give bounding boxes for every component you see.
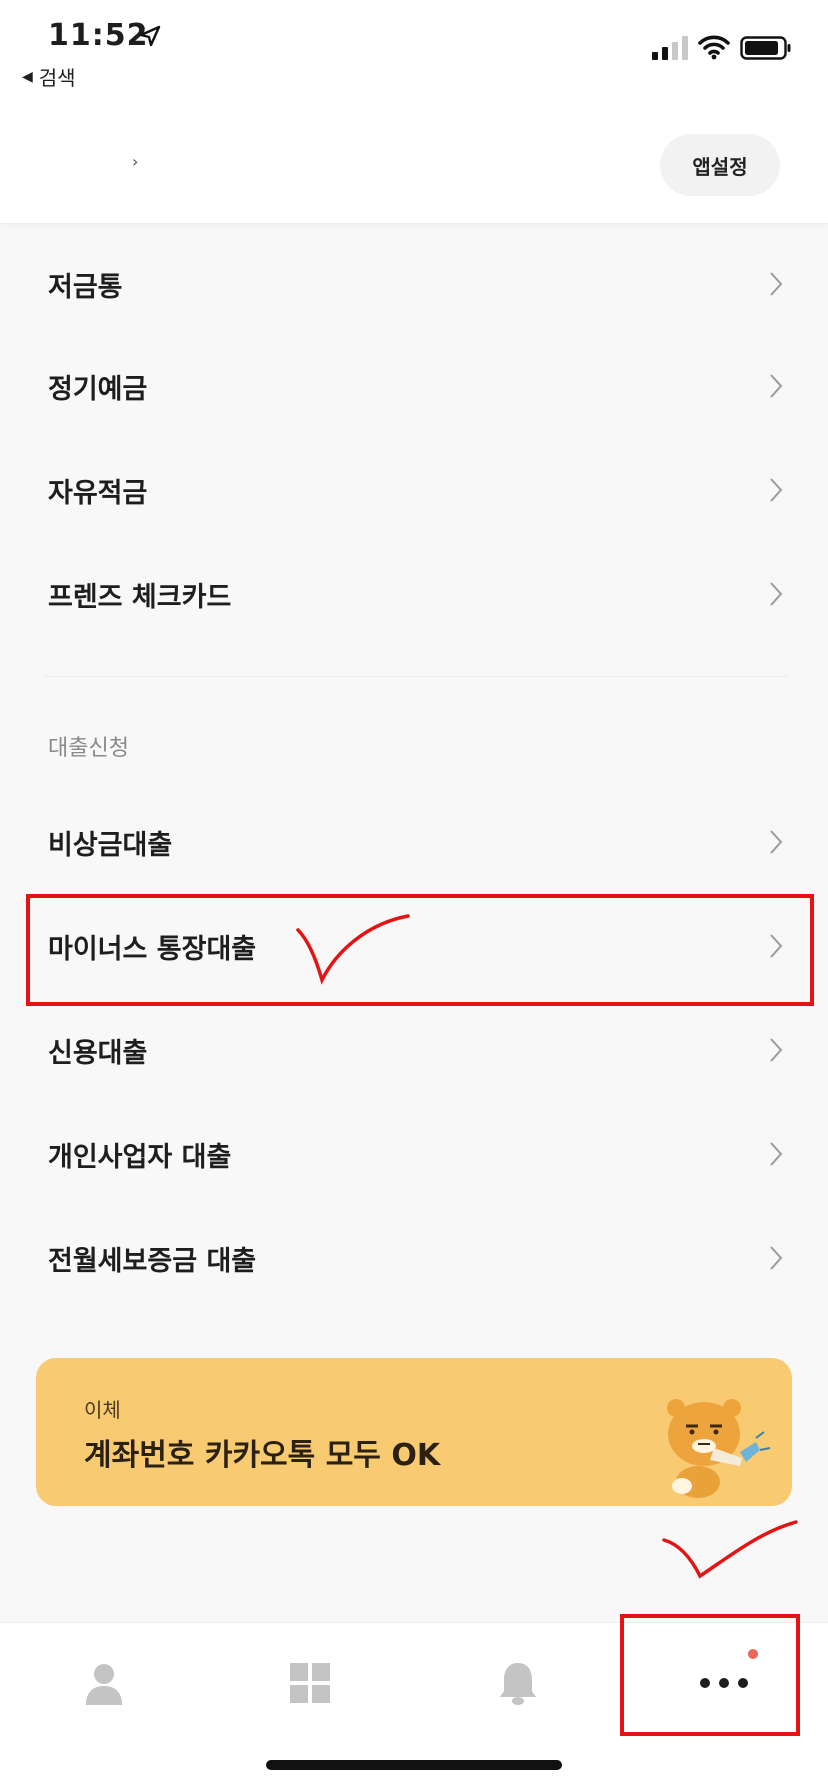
profile-chevron-icon[interactable]: › xyxy=(132,152,138,171)
home-indicator xyxy=(266,1760,562,1770)
menu-item-fixed-deposit[interactable]: 정기예금 xyxy=(0,336,828,436)
menu-item-label: 자유적금 xyxy=(48,477,148,509)
menu-item-label: 저금통 xyxy=(48,271,123,303)
loan-section-title: 대출신청 xyxy=(48,736,129,761)
menu-item-friends-check-card[interactable]: 프렌즈 체크카드 xyxy=(0,544,828,644)
cellular-signal-icon xyxy=(652,36,688,60)
menu-item-label: 신용대출 xyxy=(48,1037,148,1069)
back-triangle-icon: ◀ xyxy=(22,68,33,85)
chevron-right-icon xyxy=(770,1246,783,1270)
ryan-character-illustration xyxy=(667,1399,771,1498)
menu-item-label: 비상금대출 xyxy=(48,829,173,861)
highlight-box-more-tab xyxy=(620,1614,800,1736)
top-header: › 앱설정 xyxy=(0,96,828,224)
grid-icon xyxy=(290,1663,330,1703)
section-divider xyxy=(44,676,788,677)
location-arrow-icon xyxy=(139,25,161,47)
tab-products[interactable] xyxy=(270,1653,350,1713)
menu-item-jeonse-deposit-loan[interactable]: 전월세보증금 대출 xyxy=(0,1208,828,1308)
highlight-box-overdraft-loan xyxy=(26,894,814,1006)
menu-item-emergency-loan[interactable]: 비상금대출 xyxy=(0,792,828,892)
battery-icon xyxy=(740,36,791,60)
tab-profile[interactable] xyxy=(64,1653,144,1713)
wifi-icon xyxy=(698,35,730,60)
menu-item-free-savings[interactable]: 자유적금 xyxy=(0,440,828,540)
checkmark-annotation-icon xyxy=(296,914,410,985)
tab-notifications[interactable] xyxy=(478,1653,558,1713)
checkmark-annotation-icon xyxy=(662,1520,798,1579)
status-time: 11:52 xyxy=(48,18,149,53)
banner-headline: 계좌번호 카카오톡 모두 OK xyxy=(84,1438,441,1473)
menu-item-label: 개인사업자 대출 xyxy=(48,1141,232,1173)
menu-item-label: 프렌즈 체크카드 xyxy=(48,581,232,613)
app-screen: 11:52 ◀ 검색 › 앱설정 저금통 정기예금 자유적금 프렌즈 체크카드 … xyxy=(0,0,828,1792)
menu-item-label: 정기예금 xyxy=(48,373,148,405)
banner-category: 이체 xyxy=(84,1398,121,1422)
back-to-search-link[interactable]: ◀ 검색 xyxy=(22,62,76,91)
chevron-right-icon xyxy=(770,374,783,398)
chevron-right-icon xyxy=(770,830,783,854)
chevron-right-icon xyxy=(770,582,783,606)
bell-icon xyxy=(500,1663,536,1705)
chevron-right-icon xyxy=(770,272,783,296)
profile-avatar[interactable] xyxy=(40,128,134,198)
back-link-label: 검색 xyxy=(38,66,76,90)
status-bar: 11:52 ◀ 검색 xyxy=(0,0,828,96)
chevron-right-icon xyxy=(770,1038,783,1062)
menu-item-piggy-bank[interactable]: 저금통 xyxy=(0,234,828,334)
menu-item-label: 전월세보증금 대출 xyxy=(48,1245,257,1277)
menu-item-business-loan[interactable]: 개인사업자 대출 xyxy=(0,1104,828,1204)
app-settings-button[interactable]: 앱설정 xyxy=(660,134,780,196)
chevron-right-icon xyxy=(770,478,783,502)
chevron-right-icon xyxy=(770,1142,783,1166)
transfer-promo-banner[interactable]: 이체 계좌번호 카카오톡 모두 OK xyxy=(36,1358,792,1506)
menu-item-credit-loan[interactable]: 신용대출 xyxy=(0,1000,828,1100)
person-icon xyxy=(86,1664,122,1705)
